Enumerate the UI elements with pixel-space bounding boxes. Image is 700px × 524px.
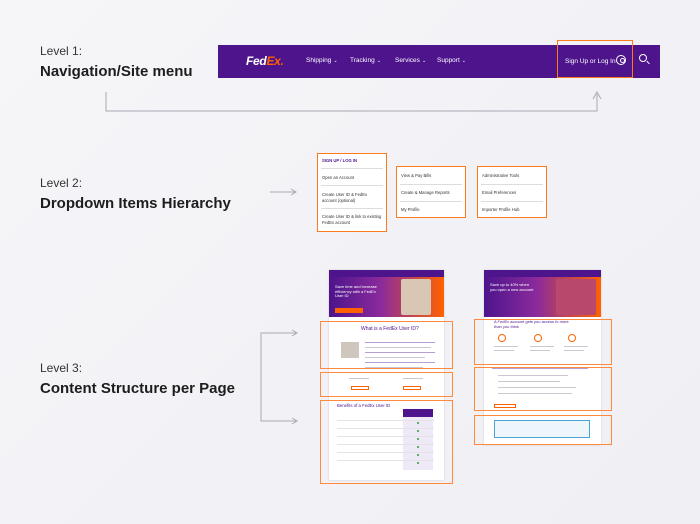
dropdown-item[interactable]: My Profile: [401, 207, 420, 213]
hero-headline: Save time and increase efficiency with a…: [335, 284, 377, 298]
chevron-down-icon: ⌄: [461, 58, 466, 64]
dropdown-item[interactable]: Email Preferences: [482, 190, 516, 196]
user-icon[interactable]: [616, 55, 626, 65]
dropdown-col-billing: View & Pay Bills Create & Manage Reports…: [396, 166, 466, 218]
chevron-down-icon: ⌄: [376, 58, 381, 64]
dropdown-header: SIGN UP / LOG IN: [322, 158, 358, 163]
dropdown-col-signup: SIGN UP / LOG IN Open an Account Create …: [317, 153, 387, 232]
mini-hero-banner: Save time and increase efficiency with a…: [329, 277, 444, 317]
dropdown-col-admin: Administrative Tools Email Preferences I…: [477, 166, 547, 218]
hero-photo: [556, 279, 596, 315]
content-section-box: [474, 319, 612, 365]
nav-item-support[interactable]: Support ⌄: [437, 57, 466, 64]
nav-item-shipping[interactable]: Shipping ⌄: [306, 57, 338, 64]
fedex-navbar: FedEx. Shipping ⌄ Tracking ⌄ Services ⌄ Sup…: [218, 40, 660, 78]
mini-hero-banner: Save up to 40% when you open a new accou…: [484, 277, 601, 317]
mini-navbar: [329, 270, 444, 277]
dropdown-item[interactable]: Create & Manage Reports: [401, 190, 450, 196]
hero-cta-button[interactable]: [335, 308, 363, 313]
nav-item-services[interactable]: Services ⌄: [395, 57, 426, 64]
search-icon[interactable]: [639, 54, 647, 62]
content-section-box: [320, 372, 453, 397]
level1-loop-connector: [105, 92, 598, 112]
content-section-box: [320, 321, 453, 369]
dropdown-item[interactable]: Administrative Tools: [482, 173, 519, 179]
signin-link[interactable]: Sign Up or Log In: [565, 58, 616, 65]
nav-item-tracking[interactable]: Tracking ⌄: [350, 57, 381, 64]
content-section-box: [320, 400, 453, 484]
dropdown-item[interactable]: Open an Account: [322, 175, 354, 181]
fedex-logo[interactable]: FedEx.: [246, 54, 284, 68]
mini-navbar: [484, 270, 601, 277]
level3-bracket: [260, 332, 296, 422]
content-section-box: [474, 367, 612, 411]
dropdown-item[interactable]: View & Pay Bills: [401, 173, 431, 179]
content-section-box: [474, 415, 612, 445]
chevron-down-icon: ⌄: [421, 58, 427, 64]
dropdown-item[interactable]: Create User ID & link to existing FedEx …: [322, 214, 384, 225]
dropdown-item[interactable]: Importer Profile Hub: [482, 207, 519, 213]
dropdown-item[interactable]: Create User ID & FedEx account (optional…: [322, 192, 382, 203]
hero-headline: Save up to 40% when you open a new accou…: [490, 282, 534, 292]
hero-photo: [401, 279, 431, 315]
chevron-down-icon: ⌄: [333, 58, 338, 64]
